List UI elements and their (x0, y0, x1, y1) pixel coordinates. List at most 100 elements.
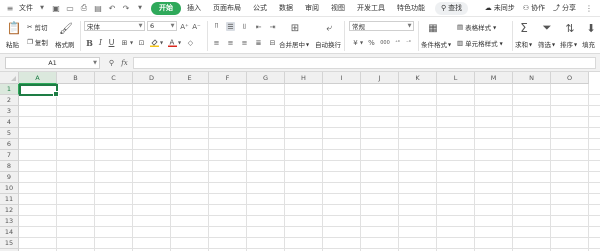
row-header-9[interactable]: 9 (0, 172, 19, 183)
number-format-select[interactable]: 常规 ▼ (349, 21, 414, 31)
increase-decimal-icon[interactable]: ⁺⁰ (393, 38, 402, 47)
row-header-5[interactable]: 5 (0, 128, 19, 139)
row-header-6[interactable]: 6 (0, 139, 19, 150)
row-header-7[interactable]: 7 (0, 150, 19, 161)
clear-format-icon[interactable]: ◇ (186, 38, 195, 47)
cell-area[interactable] (19, 84, 600, 251)
align-right-icon[interactable]: ≡ (240, 38, 249, 47)
more-options-icon[interactable]: ⋮ (584, 3, 594, 13)
row-header-13[interactable]: 13 (0, 216, 19, 227)
redo-icon[interactable]: ↷ (121, 3, 131, 13)
format-painter-button[interactable]: 格式刷 (55, 39, 75, 49)
column-header-a[interactable]: A (19, 72, 57, 84)
wrap-text-button[interactable]: 自动换行 (315, 39, 341, 49)
font-name-select[interactable]: 宋体 ▼ (84, 21, 145, 31)
row-header-3[interactable]: 3 (0, 106, 19, 117)
underline-icon[interactable]: U (107, 38, 116, 47)
sort-button[interactable]: 排序 ▼ (560, 39, 577, 49)
file-menu[interactable]: 文件 (19, 3, 33, 13)
filter-button[interactable]: 筛选 ▼ (538, 39, 555, 49)
row-header-12[interactable]: 12 (0, 205, 19, 216)
align-left-icon[interactable]: ≡ (212, 38, 221, 47)
tab-review[interactable]: 审阅 (299, 2, 325, 15)
zoom-icon[interactable]: ⚲ (106, 57, 117, 68)
search-button[interactable]: ⚲ 查找 (435, 1, 469, 15)
save-icon[interactable]: ▣ (51, 3, 61, 13)
wrap-text-icon[interactable]: ⤶ (322, 21, 336, 35)
undo-icon[interactable]: ↶ (107, 3, 117, 13)
merge-center-button[interactable]: 合并居中 ▼ (279, 39, 309, 49)
row-header-10[interactable]: 10 (0, 183, 19, 194)
format-painter-icon[interactable]: 🖌 (59, 20, 73, 36)
row-header-1[interactable]: 1 (0, 84, 19, 95)
formula-input[interactable] (133, 57, 596, 69)
increase-font-icon[interactable]: A⁺ (180, 22, 189, 31)
print-preview-icon[interactable]: ▤ (93, 3, 103, 13)
fill-icon[interactable]: ⬇ (584, 20, 598, 36)
active-cell-outline[interactable] (19, 84, 59, 97)
column-header-j[interactable]: J (361, 72, 399, 84)
sum-icon[interactable]: Σ (517, 20, 531, 36)
tab-formulas[interactable]: 公式 (247, 2, 273, 15)
conditional-format-button[interactable]: 条件格式 ▼ (421, 39, 451, 49)
column-header-d[interactable]: D (133, 72, 171, 84)
align-top-icon[interactable]: ⫪ (212, 22, 221, 31)
row-header-11[interactable]: 11 (0, 194, 19, 205)
decrease-font-icon[interactable]: A⁻ (192, 22, 201, 31)
column-header-l[interactable]: L (437, 72, 475, 84)
column-header-f[interactable]: F (209, 72, 247, 84)
tab-view[interactable]: 视图 (325, 2, 351, 15)
font-color-icon[interactable]: A (168, 38, 177, 47)
filter-icon[interactable]: ⏷ (540, 20, 554, 36)
align-bottom-icon[interactable]: ⫫ (240, 22, 249, 31)
sync-status[interactable]: ☁ 未同步 (485, 3, 515, 13)
customize-toolbar-icon[interactable]: ▼ (135, 3, 145, 13)
select-all-corner[interactable] (0, 72, 19, 84)
cut-button[interactable]: ✂ 剪切 (27, 22, 47, 32)
fill-button[interactable]: 填充 (582, 39, 595, 49)
copy-button[interactable]: ❐ 复制 (27, 37, 48, 47)
open-folder-icon[interactable]: ▭ (65, 3, 75, 13)
share-button[interactable]: ⤴ 分享 (553, 3, 576, 13)
cell-style-button[interactable]: ▥ 单元格样式 ▼ (457, 38, 503, 48)
row-header-4[interactable]: 4 (0, 117, 19, 128)
percent-icon[interactable]: % (367, 38, 376, 47)
tab-developer[interactable]: 开发工具 (351, 2, 391, 15)
row-header-15[interactable]: 15 (0, 238, 19, 249)
chevron-down-icon[interactable]: ▼ (177, 38, 182, 47)
cell-format-icon[interactable]: ⊡ (137, 38, 146, 47)
distributed-icon[interactable]: ⊟ (268, 38, 277, 47)
bold-icon[interactable]: B (85, 38, 94, 48)
chevron-down-icon[interactable]: ▼ (37, 3, 47, 13)
tab-home[interactable]: 开始 (151, 1, 181, 15)
column-header-n[interactable]: N (513, 72, 551, 84)
conditional-format-icon[interactable]: ▦ (426, 21, 440, 35)
chevron-down-icon[interactable]: ▼ (129, 38, 134, 47)
fill-color-icon[interactable] (150, 38, 159, 47)
print-icon[interactable]: ⎙ (79, 3, 89, 13)
column-header-h[interactable]: H (285, 72, 323, 84)
row-header-14[interactable]: 14 (0, 227, 19, 238)
column-header-g[interactable]: G (247, 72, 285, 84)
column-header-k[interactable]: K (399, 72, 437, 84)
indent-decrease-icon[interactable]: ⇤ (254, 22, 263, 31)
column-header-m[interactable]: M (475, 72, 513, 84)
sum-button[interactable]: 求和 ▼ (515, 39, 532, 49)
italic-icon[interactable]: I (96, 38, 105, 47)
column-header-c[interactable]: C (95, 72, 133, 84)
paste-button[interactable]: 粘贴 (6, 39, 19, 49)
tab-insert[interactable]: 插入 (181, 2, 207, 15)
fx-icon[interactable]: fx (119, 57, 130, 68)
chevron-down-icon[interactable]: ▼ (159, 38, 164, 47)
name-box[interactable]: A1 ▼ (5, 57, 100, 69)
paste-icon[interactable]: 📋 (7, 20, 22, 36)
hamburger-menu-icon[interactable]: ≡ (5, 3, 15, 13)
collab-button[interactable]: ⚇ 协作 (523, 3, 545, 13)
column-header-b[interactable]: B (57, 72, 95, 84)
tab-page-layout[interactable]: 页面布局 (207, 2, 247, 15)
row-header-2[interactable]: 2 (0, 95, 19, 106)
merge-center-icon[interactable]: ⊞ (288, 21, 302, 35)
decrease-decimal-icon[interactable]: ⁻⁰ (404, 38, 413, 47)
tab-special-features[interactable]: 特色功能 (391, 2, 431, 15)
justify-icon[interactable]: ≣ (254, 38, 263, 47)
